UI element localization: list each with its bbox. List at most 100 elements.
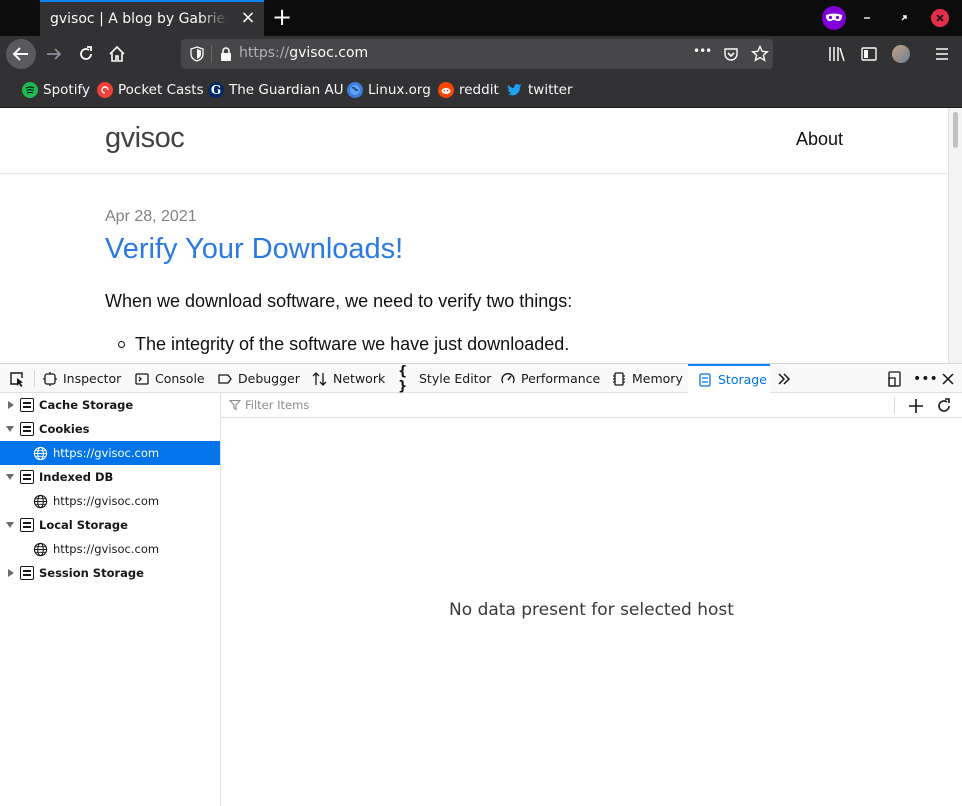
toolbar-separator xyxy=(34,370,35,387)
tab-network[interactable]: Network xyxy=(312,364,385,393)
bookmark-twitter[interactable]: twitter xyxy=(507,80,573,100)
expand-arrow-icon[interactable] xyxy=(8,569,14,577)
tab-performance[interactable]: Performance xyxy=(500,364,600,393)
tab-label: Debugger xyxy=(238,371,300,386)
bookmark-spotify[interactable]: Spotify xyxy=(22,80,90,100)
collapse-arrow-icon[interactable] xyxy=(6,426,14,432)
linux-org-icon xyxy=(347,82,363,98)
collapse-arrow-icon[interactable] xyxy=(6,522,14,528)
pocket-casts-icon xyxy=(97,82,113,98)
inspector-icon xyxy=(42,371,58,387)
bookmark-label: twitter xyxy=(528,82,573,98)
twitter-icon xyxy=(507,82,523,98)
pocket-icon[interactable] xyxy=(723,46,739,62)
storage-type-icon xyxy=(20,470,34,484)
tree-label: https://gvisoc.com xyxy=(53,446,160,460)
tab-label: Memory xyxy=(632,371,683,386)
style-editor-icon: { } xyxy=(398,363,408,394)
post-intro-paragraph: When we download software, we need to ve… xyxy=(105,291,573,311)
tree-label: Session Storage xyxy=(39,566,144,580)
tree-label: https://gvisoc.com xyxy=(53,542,160,556)
hamburger-menu-icon[interactable] xyxy=(933,45,951,63)
back-button[interactable] xyxy=(6,39,36,69)
spotify-icon xyxy=(22,82,38,98)
devtools-options-icon[interactable]: ••• xyxy=(913,370,938,388)
tree-item-local-storage-host[interactable]: https://gvisoc.com xyxy=(0,537,220,561)
refresh-icon[interactable] xyxy=(934,396,954,416)
tab-storage[interactable]: Storage xyxy=(688,364,770,393)
private-browsing-icon xyxy=(822,6,846,30)
address-bar[interactable]: https://gvisoc.com ••• xyxy=(181,39,773,69)
filter-icon xyxy=(229,399,241,411)
toolbar-separator xyxy=(894,397,895,414)
post-list-item: The integrity of the software we have ju… xyxy=(118,334,569,355)
bookmark-star-icon[interactable] xyxy=(751,45,769,63)
scrollbar-thumb[interactable] xyxy=(953,112,958,148)
reload-button[interactable] xyxy=(76,44,96,64)
tree-label: https://gvisoc.com xyxy=(53,494,160,508)
post-date: Apr 28, 2021 xyxy=(105,208,197,225)
tree-item-session-storage[interactable]: Session Storage xyxy=(0,561,220,585)
minimize-icon[interactable] xyxy=(858,9,876,27)
responsive-design-icon[interactable] xyxy=(886,370,904,388)
tree-item-cookies[interactable]: Cookies xyxy=(0,417,220,441)
restore-icon[interactable] xyxy=(895,9,913,27)
bookmark-label: Linux.org xyxy=(368,82,431,98)
tab-label: Performance xyxy=(521,371,601,386)
new-tab-button[interactable]: + xyxy=(270,5,294,30)
tab-label: Style Editor xyxy=(419,371,492,386)
globe-icon xyxy=(33,542,48,556)
storage-icon xyxy=(697,372,713,388)
list-bullet xyxy=(118,341,125,348)
expand-arrow-icon[interactable] xyxy=(8,401,14,409)
tab-debugger[interactable]: Debugger xyxy=(217,364,300,393)
empty-state-message: No data present for selected host xyxy=(449,600,734,620)
add-item-icon[interactable] xyxy=(906,396,926,416)
bookmark-reddit[interactable]: reddit xyxy=(438,80,499,100)
list-item-text: The integrity of the software we have ju… xyxy=(135,334,570,354)
tree-item-local-storage[interactable]: Local Storage xyxy=(0,513,220,537)
tree-item-cache-storage[interactable]: Cache Storage xyxy=(0,393,220,417)
guardian-icon: G xyxy=(208,82,224,98)
sidebar-toggle-icon[interactable] xyxy=(860,45,878,63)
tab-inspector[interactable]: Inspector xyxy=(42,364,121,393)
element-picker-icon[interactable] xyxy=(8,370,26,388)
navigation-toolbar: https://gvisoc.com ••• xyxy=(0,36,962,72)
web-page-viewport: gvisoc About Apr 28, 2021 Verify Your Do… xyxy=(0,108,962,363)
home-button[interactable] xyxy=(107,44,127,64)
post-title-link[interactable]: Verify Your Downloads! xyxy=(105,233,403,266)
tab-close-icon[interactable]: × xyxy=(240,9,256,27)
tree-item-indexed-db[interactable]: Indexed DB xyxy=(0,465,220,489)
collapse-arrow-icon[interactable] xyxy=(6,474,14,480)
more-tools-chevron-icon[interactable] xyxy=(776,371,792,387)
tree-item-cookies-host[interactable]: https://gvisoc.com xyxy=(0,441,220,465)
tracking-protection-shield-icon[interactable] xyxy=(189,46,205,62)
bookmark-linux-org[interactable]: Linux.org xyxy=(347,80,431,100)
library-icon[interactable] xyxy=(828,45,846,63)
storage-type-icon xyxy=(20,398,34,412)
home-icon xyxy=(109,45,125,62)
bookmark-pocket-casts[interactable]: Pocket Casts xyxy=(97,80,204,100)
tree-item-indexed-db-host[interactable]: https://gvisoc.com xyxy=(0,489,220,513)
storage-toolbar xyxy=(221,393,962,418)
tab-style-editor[interactable]: { } Style Editor xyxy=(398,363,492,394)
url-text: https://gvisoc.com xyxy=(239,45,368,61)
account-avatar[interactable] xyxy=(892,45,910,63)
lock-icon[interactable] xyxy=(219,46,233,62)
storage-type-icon xyxy=(20,518,34,532)
page-scrollbar[interactable] xyxy=(948,108,962,363)
window-close-icon[interactable] xyxy=(931,9,949,27)
page-actions-icon[interactable]: ••• xyxy=(693,44,712,58)
devtools-close-icon[interactable] xyxy=(939,370,957,388)
memory-icon xyxy=(611,371,627,387)
storage-table-area: No data present for selected host xyxy=(221,393,962,806)
tab-console[interactable]: Console xyxy=(134,364,205,393)
browser-tab-active[interactable]: gvisoc | A blog by Gabriel Visoc × xyxy=(40,0,264,36)
nav-about-link[interactable]: About xyxy=(796,129,843,150)
forward-button[interactable] xyxy=(44,44,64,64)
storage-type-icon xyxy=(20,422,34,436)
filter-items-input[interactable] xyxy=(245,398,845,412)
tab-memory[interactable]: Memory xyxy=(611,364,683,393)
bookmark-guardian[interactable]: G The Guardian AU xyxy=(208,80,344,100)
site-title-link[interactable]: gvisoc xyxy=(105,122,185,155)
